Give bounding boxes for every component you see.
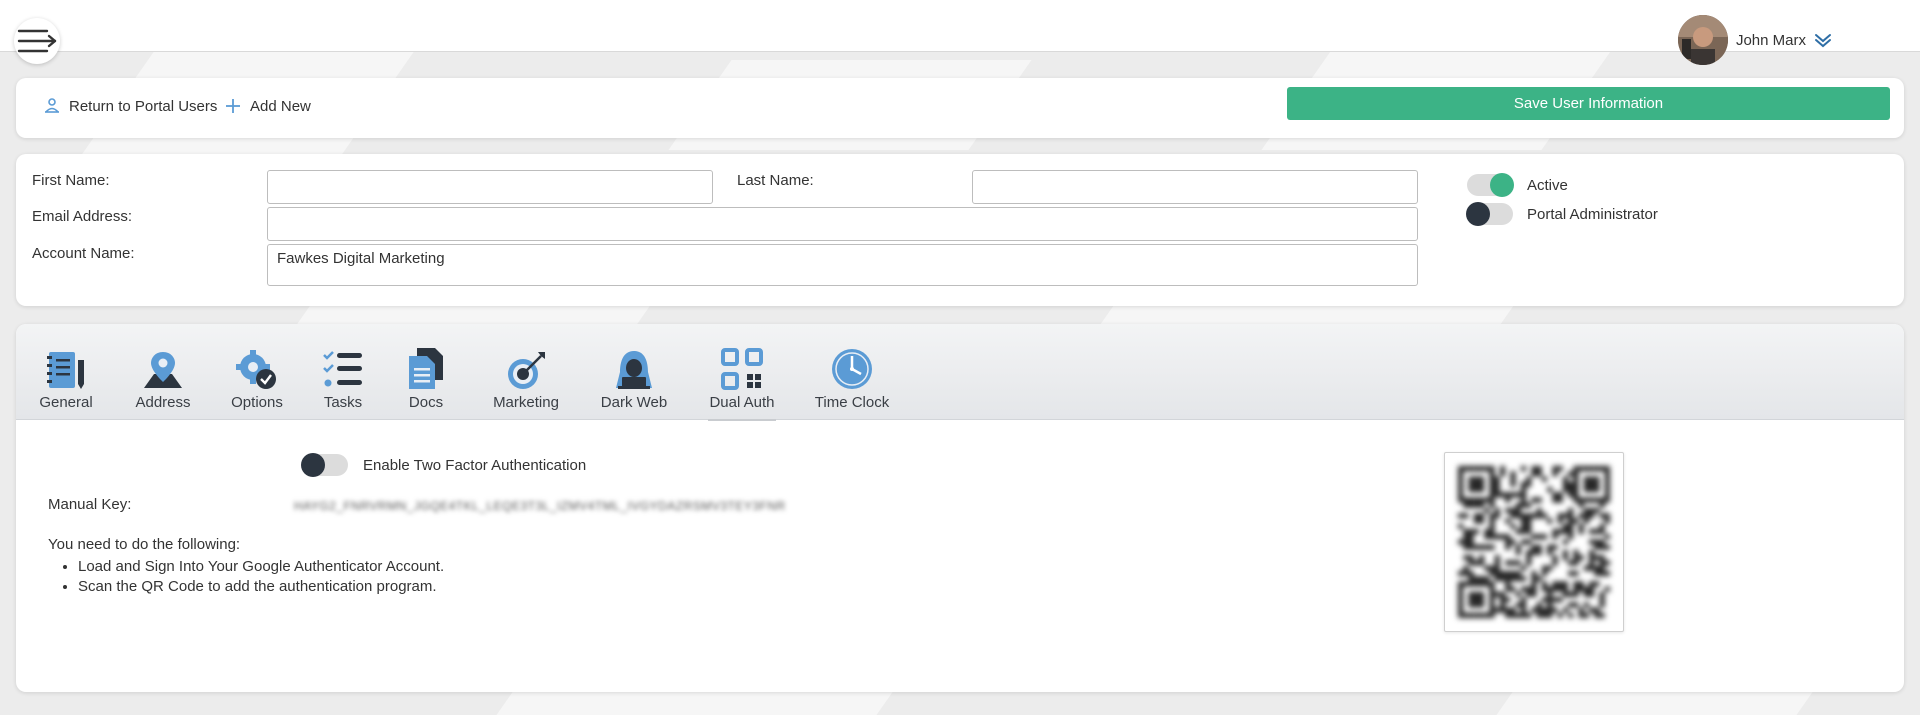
instruction-list: Load and Sign Into Your Google Authentic… [78, 558, 444, 598]
tab-address[interactable]: Address [134, 346, 192, 411]
last-name-input[interactable] [972, 170, 1418, 204]
list-item: Load and Sign Into Your Google Authentic… [78, 558, 444, 575]
save-user-button[interactable]: Save User Information [1287, 87, 1890, 120]
manual-key-value: HAYG2_FNRVRMN_JGQE4TKL_LEQE3T3L_IZMV4TML… [294, 499, 786, 513]
qr-code-image [1458, 466, 1610, 618]
user-form-card: First Name: Last Name: Email Address: Ac… [16, 154, 1904, 306]
portal-admin-toggle[interactable] [1466, 202, 1513, 226]
tab-marketing-label: Marketing [493, 394, 559, 411]
tab-dual-auth[interactable]: Dual Auth [708, 346, 776, 421]
portal-admin-label: Portal Administrator [1527, 206, 1658, 223]
notebook-icon [47, 352, 84, 389]
tab-time-clock[interactable]: Time Clock [814, 346, 890, 411]
hacker-icon [616, 351, 652, 389]
tab-options[interactable]: Options [230, 346, 284, 411]
users-icon [45, 98, 59, 113]
map-pin-icon [144, 352, 182, 388]
tab-time-clock-label: Time Clock [814, 394, 890, 411]
tab-general[interactable]: General [39, 346, 93, 411]
clock-icon [832, 349, 872, 389]
tab-tasks-label: Tasks [323, 394, 363, 411]
instructions-title: You need to do the following: [48, 536, 241, 553]
plus-icon [226, 99, 240, 113]
tab-docs[interactable]: Docs [405, 346, 447, 411]
tab-general-label: General [39, 394, 93, 411]
email-input[interactable] [267, 207, 1418, 241]
top-bar [0, 0, 1920, 52]
tab-bar: General Address Options Tasks Docs Marke… [16, 324, 1904, 421]
user-menu[interactable]: John Marx [1677, 15, 1832, 65]
user-name: John Marx [1735, 31, 1806, 49]
tab-marketing[interactable]: Marketing [492, 346, 560, 411]
tab-tasks[interactable]: Tasks [321, 346, 365, 411]
first-name-input[interactable] [267, 170, 713, 204]
toolbar-card: Return to Portal Users Add New Save User… [16, 78, 1904, 138]
email-label: Email Address: [32, 208, 133, 225]
last-name-label: Last Name: [737, 172, 814, 189]
return-label: Return to Portal Users [69, 97, 218, 115]
tabs-card: General Address Options Tasks Docs Marke… [16, 324, 1904, 692]
target-icon [508, 352, 545, 389]
checklist-icon [323, 351, 362, 387]
list-item: Scan the QR Code to add the authenticati… [78, 578, 444, 595]
account-name-label: Account Name: [32, 245, 135, 262]
chevron-down-double-icon [1815, 34, 1831, 48]
tab-dark-web-label: Dark Web [600, 394, 668, 411]
tab-dark-web[interactable]: Dark Web [601, 346, 667, 411]
qr-code [1444, 452, 1624, 632]
add-new-label: Add New [250, 97, 311, 115]
enable-2fa-toggle[interactable] [301, 453, 348, 477]
add-new-link[interactable]: Add New [224, 97, 311, 115]
manual-key-label: Manual Key: [48, 496, 132, 513]
enable-2fa-label: Enable Two Factor Authentication [363, 457, 587, 474]
qr-code-icon [721, 348, 763, 390]
active-toggle[interactable] [1467, 173, 1514, 197]
gear-check-icon [236, 350, 276, 389]
return-to-portal-users-link[interactable]: Return to Portal Users [43, 97, 217, 115]
tab-dual-auth-label: Dual Auth [709, 394, 775, 411]
avatar [1677, 15, 1728, 65]
tab-docs-label: Docs [408, 394, 444, 411]
tab-options-label: Options [231, 394, 283, 411]
tab-address-label: Address [135, 394, 191, 411]
documents-icon [409, 348, 443, 389]
hamburger-arrow-icon [17, 29, 57, 53]
menu-button[interactable] [14, 18, 60, 64]
account-name-input[interactable] [267, 244, 1418, 286]
active-label: Active [1527, 177, 1568, 194]
first-name-label: First Name: [32, 172, 110, 189]
